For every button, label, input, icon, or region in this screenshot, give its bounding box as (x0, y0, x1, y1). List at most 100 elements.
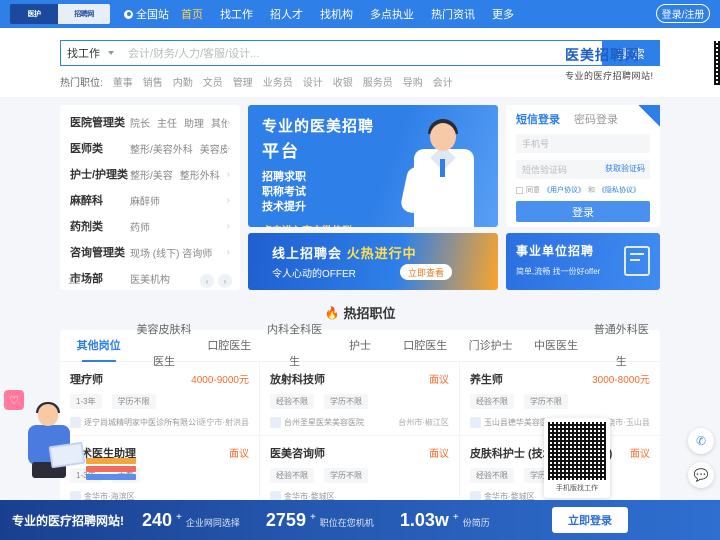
tab-cosmetic-dermatology[interactable]: 美容皮肤科医生 (131, 314, 196, 378)
login-register-button[interactable]: 登录/注册 (656, 4, 710, 23)
category-row[interactable]: 医院管理类 院长 主任 助理 其他 › (60, 109, 240, 135)
mobile-qr-popup: 手机版找工作 × (544, 418, 624, 498)
header-ad-title: 医美招聘网 (565, 46, 640, 63)
phone-icon[interactable]: ✆ (688, 428, 714, 454)
category-next-button[interactable]: › (218, 274, 232, 288)
nav-item-home[interactable]: 首页 (181, 6, 203, 22)
site-logo[interactable]: 医护 招聘网 (10, 4, 110, 24)
hot-keyword[interactable]: 董事 (113, 74, 133, 89)
company-logo (269, 417, 281, 428)
sub-banner-button[interactable]: 立即查看 (399, 264, 452, 280)
category-row[interactable]: 医师类 整形/美容外科美容皮肤科 › (60, 135, 240, 161)
bottom-login-button[interactable]: 立即登录 (552, 507, 628, 533)
books-illustration (86, 458, 138, 484)
city-selector[interactable]: 全国站 (124, 6, 169, 22)
phone-input[interactable]: 手机号 (516, 134, 650, 153)
user-agreement-link[interactable]: 《用户协议》 (543, 185, 585, 195)
agreement-checkbox[interactable] (516, 186, 523, 194)
job-company: 台州圣星医荣美容医院 (269, 417, 364, 428)
hot-keyword[interactable]: 导购 (403, 74, 423, 89)
stat-plus: + (309, 511, 316, 523)
job-salary: 面议 (629, 449, 650, 460)
person-illustration (18, 402, 88, 480)
chevron-right-icon: › (226, 194, 230, 206)
category-name: 药剂类 (70, 221, 103, 233)
login-submit-button[interactable]: 登录 (516, 201, 650, 222)
unit-recruit-banner[interactable]: 事业单位招聘 简单,流畅 找一份好offer (506, 233, 660, 290)
job-tag-experience: 经验不限 (469, 394, 514, 409)
stat-plus: + (452, 511, 459, 523)
nav-item-recruit[interactable]: 招人才 (270, 6, 303, 22)
location-icon (124, 9, 133, 19)
category-row[interactable]: 护士/护理类 整形/美容 整形外科 › (60, 161, 240, 187)
search-type-select[interactable]: 找工作 (60, 40, 120, 66)
stat-number: 1.03w (399, 509, 449, 530)
sms-code-input[interactable]: 短信验证码 获取验证码 (516, 160, 650, 179)
category-prev-button[interactable]: ‹ (200, 274, 214, 288)
nav-item-find-org[interactable]: 找机构 (320, 6, 353, 22)
job-tag-education: 学历不限 (323, 468, 368, 483)
agreement-row[interactable]: 同意 《用户协议》 和 《隐私协议》 (516, 185, 650, 195)
bottom-stat: 240 + 企业网同选择 (142, 510, 240, 531)
category-row[interactable]: 咨询管理类 现场 (线下) 咨询师 › (60, 239, 240, 265)
nav-item-multi-practice[interactable]: 多点执业 (370, 6, 414, 22)
job-tag-experience: 经验不限 (269, 468, 314, 483)
chat-icon[interactable]: 💬 (688, 462, 714, 488)
job-tag-education: 学历不限 (523, 394, 568, 409)
tab-outpatient-nurse[interactable]: 门诊护士 (458, 330, 523, 362)
job-salary: 面议 (228, 449, 249, 460)
tab-nurse[interactable]: 护士 (327, 330, 392, 362)
search-input[interactable]: 会计/财务/人力/客服/设计... (120, 40, 602, 66)
category-name: 麻醉科 (70, 195, 103, 207)
category-name: 护士/护理类 (70, 169, 129, 181)
hot-keyword[interactable]: 服务员 (363, 74, 393, 89)
category-subs: 药师 (130, 222, 150, 234)
get-code-button[interactable]: 获取验证码 (605, 163, 645, 174)
tab-dentist-2[interactable]: 口腔医生 (393, 330, 458, 362)
hot-keyword[interactable]: 文员 (203, 74, 223, 89)
tab-tcm-doctor[interactable]: 中医医生 (523, 330, 588, 362)
nav-item-find-job[interactable]: 找工作 (220, 6, 253, 22)
tab-internal-medicine[interactable]: 内科全科医生 (262, 314, 327, 378)
stat-label: 企业网同选择 (185, 517, 240, 528)
right-column: 短信登录 密码登录 手机号 短信验证码 获取验证码 同意 《用户协议》 和 《隐… (506, 105, 660, 290)
close-icon[interactable]: × (617, 480, 624, 494)
search-section: 找工作 会计/财务/人力/客服/设计... 搜 索 热门职位: 董事 销售 内勤… (0, 28, 720, 97)
left-illustration: ♡ (0, 386, 150, 506)
city-selector-label: 全国站 (136, 9, 169, 21)
job-card[interactable]: 医美咨询师 面议 经验不限 学历不限 金华市·婺城区 (259, 436, 460, 510)
job-title: 理疗师 (70, 374, 103, 386)
hot-keyword[interactable]: 销售 (143, 74, 163, 89)
hot-keywords-label: 热门职位: (60, 78, 103, 89)
category-row[interactable]: 麻醉科 麻醉师 › (60, 187, 240, 213)
hot-keyword[interactable]: 内勤 (173, 74, 193, 89)
category-subs: 整形/美容外科美容皮肤科 (130, 144, 227, 156)
floating-action-buttons: ✆ 💬 (688, 428, 714, 496)
sub-banner-line1: 线上招聘会 火热进行中 (272, 246, 417, 261)
nav-item-more[interactable]: 更多 (492, 6, 514, 22)
tab-general-surgery[interactable]: 普通外科医生 (589, 314, 654, 378)
nav-item-news[interactable]: 热门资讯 (431, 6, 475, 22)
tab-dentist[interactable]: 口腔医生 (197, 330, 262, 362)
main-banner[interactable]: 专业的医美招聘 平台 招聘求职 职称考试 技术提升 点击进入官方微信群 (248, 105, 498, 227)
hot-keyword[interactable]: 收银 (333, 74, 353, 89)
privacy-agreement-link[interactable]: 《隐私协议》 (598, 185, 640, 195)
header-ad-banner[interactable]: 医美招聘网 专业的医疗招聘网站! (565, 36, 720, 90)
category-subs: 整形/美容 整形外科 (130, 170, 220, 182)
tab-other-positions[interactable]: 其他岗位 (66, 330, 131, 362)
hot-keyword[interactable]: 业务员 (263, 74, 293, 89)
category-subs: 现场 (线下) 咨询师 (130, 248, 213, 260)
main-banner-line1: 专业的医美招聘 (262, 118, 375, 135)
bottom-stat: 2759 + 职位在您机机 (266, 510, 374, 531)
hot-keyword[interactable]: 设计 (303, 74, 323, 89)
search-type-label: 找工作 (67, 48, 100, 60)
tab-sms-login[interactable]: 短信登录 (516, 111, 560, 127)
sub-banner[interactable]: 线上招聘会 火热进行中 令人心动的OFFER 立即查看 (248, 233, 498, 290)
category-row[interactable]: 药剂类 药师 › (60, 213, 240, 239)
hot-keyword[interactable]: 会计 (433, 74, 453, 89)
category-subs: 麻醉师 (130, 196, 160, 208)
hot-keyword[interactable]: 管理 (233, 74, 253, 89)
bottom-promo-bar: 专业的医疗招聘网站! 240 + 企业网同选择 2759 + 职位在您机机 1.… (0, 500, 720, 540)
tab-password-login[interactable]: 密码登录 (574, 111, 618, 127)
panel-corner-decoration (638, 105, 660, 127)
